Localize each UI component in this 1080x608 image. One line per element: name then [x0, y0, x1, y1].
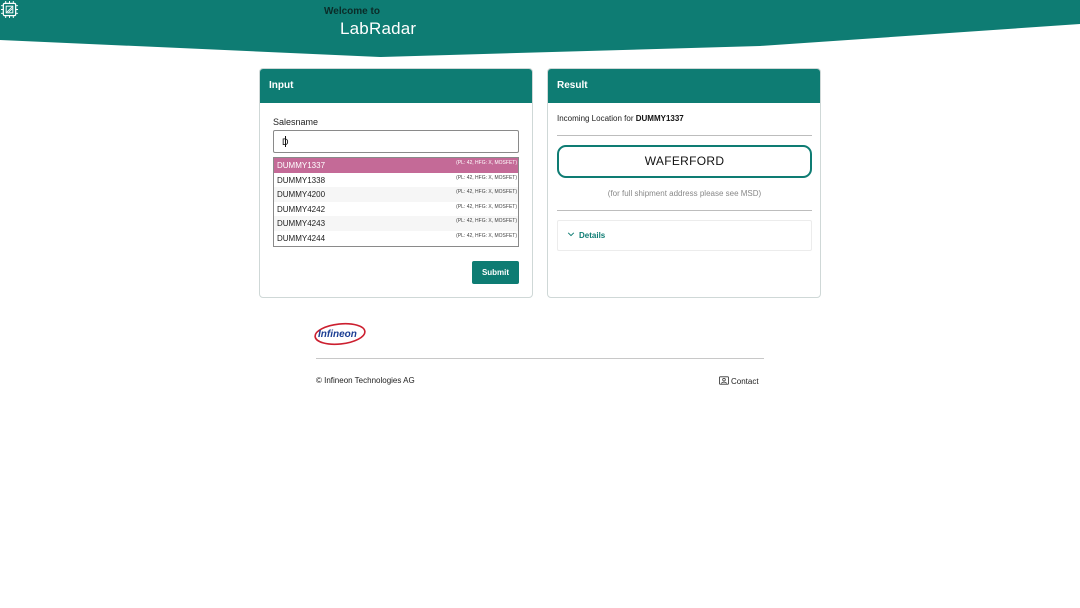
header-banner: Welcome to LabRadar [0, 0, 1080, 58]
suggestion-name: DUMMY4243 [277, 219, 326, 229]
divider [557, 210, 812, 211]
location-result: WAFERFORD [557, 145, 812, 178]
suggestion-meta: (PL: 42, HFG: X, MOSFET) [456, 203, 517, 210]
footer-divider [316, 358, 764, 359]
suggestion-name: DUMMY4200 [277, 190, 326, 200]
salesname-label: Salesname [273, 117, 319, 127]
incoming-location-text: Incoming Location for DUMMY1337 [557, 114, 684, 123]
chevron-down-icon [567, 232, 575, 237]
shipment-hint: (for full shipment address please see MS… [607, 189, 762, 198]
submit-button[interactable]: Submit [472, 261, 519, 284]
header-band-shape [0, 0, 1080, 57]
incoming-product: DUMMY1337 [635, 114, 684, 123]
suggestion-name: DUMMY4242 [277, 204, 326, 214]
result-card: Result Incoming Location for DUMMY1337 W… [547, 68, 821, 298]
suggestion-list[interactable]: DUMMY1337 (PL: 42, HFG: X, MOSFET) DUMMY… [273, 157, 519, 247]
details-label: Details [579, 231, 606, 240]
app-title[interactable]: LabRadar [340, 19, 416, 39]
suggestion-meta: (PL: 42, HFG: X, MOSFET) [456, 189, 517, 196]
contact-card-icon [719, 376, 729, 385]
suggestion-name: DUMMY4244 [277, 233, 326, 243]
suggestion-meta: (PL: 42, HFG: X, MOSFET) [456, 218, 517, 225]
suggestion-name: DUMMY1337 [277, 161, 326, 170]
suggestion-meta: (PL: 42, HFG: X, MOSFET) [456, 160, 517, 166]
contact-label: Contact [731, 377, 759, 386]
chip-icon [0, 0, 19, 19]
result-card-title: Result [548, 69, 820, 103]
input-card: Input Salesname DUMMY1337 (PL: 42, HFG: … [259, 68, 533, 298]
brand-name: Infineon [318, 329, 357, 340]
input-card-title: Input [260, 69, 532, 103]
suggestion-name: DUMMY1338 [277, 175, 326, 185]
contact-link[interactable]: Contact [719, 376, 759, 386]
text-caret [285, 136, 286, 147]
suggestion-meta: (PL: 42, HFG: X, MOSFET) [456, 174, 517, 181]
welcome-text: Welcome to [324, 6, 380, 17]
suggestion-item[interactable]: DUMMY4244 (PL: 42, HFG: X, MOSFET) [274, 231, 518, 246]
divider [557, 135, 812, 136]
infineon-logo[interactable]: Infineon [314, 320, 368, 346]
copyright-text: © Infineon Technologies AG [316, 376, 415, 385]
salesname-input[interactable] [273, 130, 519, 153]
details-expander[interactable]: Details [557, 220, 812, 251]
suggestion-meta: (PL: 42, HFG: X, MOSFET) [456, 232, 517, 239]
incoming-prefix: Incoming Location for [557, 114, 634, 123]
